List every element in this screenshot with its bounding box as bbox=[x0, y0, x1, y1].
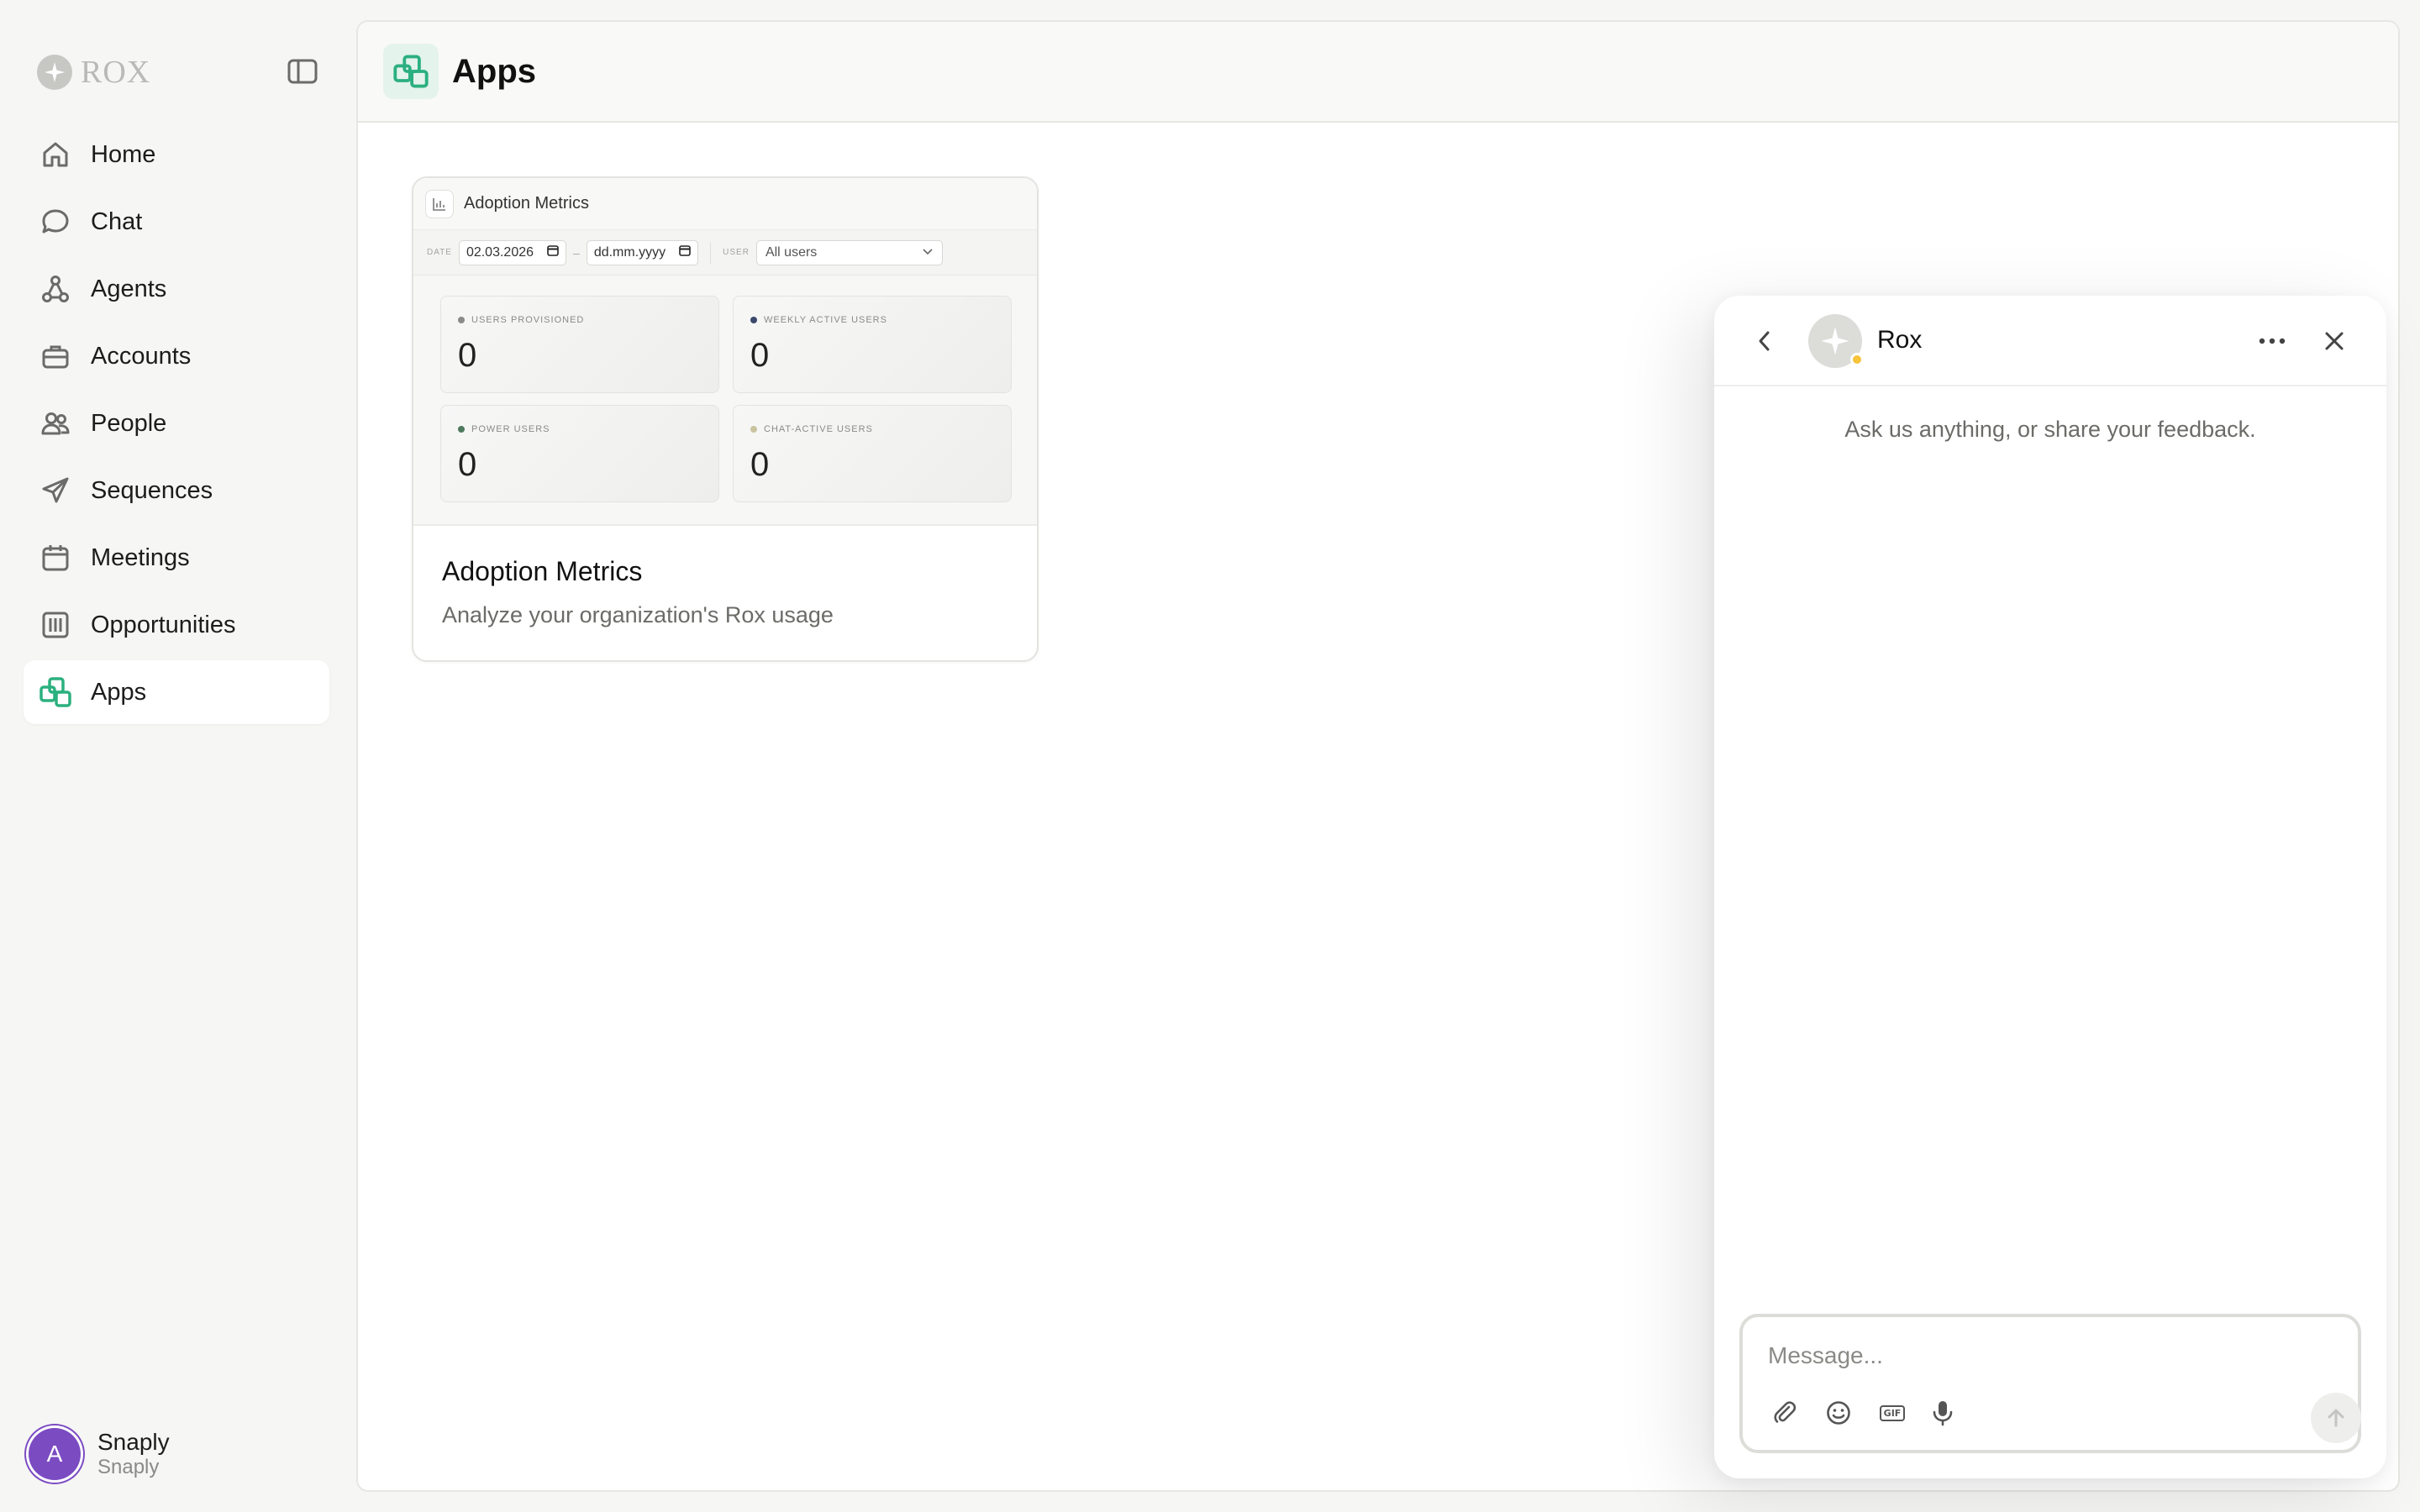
chevron-down-icon bbox=[922, 245, 934, 260]
app-card-adoption-metrics[interactable]: Adoption Metrics DATE 02.03.2026 – dd.mm… bbox=[412, 176, 1039, 662]
metric-label: USERS PROVISIONED bbox=[471, 315, 585, 325]
preview-header: Adoption Metrics bbox=[413, 178, 1037, 230]
support-chat-panel: Rox Ask us anything, or share your feedb… bbox=[1714, 296, 2386, 1478]
page-title: Apps bbox=[452, 52, 536, 90]
gif-label: GIF bbox=[1879, 1404, 1906, 1421]
metric-dot bbox=[750, 317, 757, 323]
sidebar-item-people[interactable]: People bbox=[24, 391, 329, 455]
sidebar-item-meetings[interactable]: Meetings bbox=[24, 526, 329, 590]
user-org: Snaply bbox=[97, 1456, 160, 1478]
emoji-icon[interactable] bbox=[1822, 1396, 1855, 1430]
sidebar-item-label: People bbox=[91, 409, 167, 437]
sidebar-item-label: Apps bbox=[91, 678, 147, 706]
send-button[interactable] bbox=[2311, 1393, 2361, 1443]
user-filter-label: USER bbox=[723, 248, 750, 257]
app-card-body: Adoption Metrics Analyze your organizati… bbox=[413, 526, 1037, 659]
rox-logo-icon bbox=[1821, 327, 1849, 355]
online-status-dot bbox=[1850, 353, 1864, 366]
sidebar-toggle-icon[interactable] bbox=[286, 57, 319, 86]
user-select-value: All users bbox=[765, 244, 818, 260]
metric-tile: POWER USERS 0 bbox=[440, 405, 719, 502]
sidebar-item-home[interactable]: Home bbox=[24, 123, 329, 186]
arrow-up-icon bbox=[2328, 1409, 2344, 1427]
gif-icon[interactable]: GIF bbox=[1876, 1396, 1909, 1430]
message-composer: GIF bbox=[1739, 1314, 2361, 1453]
user-name: Snaply bbox=[97, 1429, 170, 1455]
chat-bubble-icon bbox=[39, 205, 72, 239]
message-input[interactable] bbox=[1768, 1339, 2272, 1373]
metric-dot bbox=[750, 426, 757, 433]
calendar-icon bbox=[547, 244, 559, 260]
sidebar-item-apps[interactable]: Apps bbox=[24, 660, 329, 724]
metric-dot bbox=[458, 317, 465, 323]
back-chevron-icon[interactable] bbox=[1749, 326, 1780, 356]
close-icon[interactable] bbox=[2317, 324, 2351, 358]
people-icon bbox=[39, 407, 72, 440]
sidebar-item-label: Sequences bbox=[91, 476, 213, 504]
microphone-icon[interactable] bbox=[1926, 1396, 1960, 1430]
home-icon bbox=[39, 138, 72, 171]
app-card-description: Analyze your organization's Rox usage bbox=[442, 602, 834, 627]
bar-chart-icon bbox=[425, 189, 454, 218]
sidebar: ROX Home Chat Agents Accounts People Seq… bbox=[0, 0, 353, 1512]
chat-contact-name: Rox bbox=[1877, 326, 1923, 354]
user-select: All users bbox=[755, 239, 943, 265]
date-separator: – bbox=[573, 245, 580, 260]
date-filter-label: DATE bbox=[427, 248, 452, 257]
agents-icon bbox=[39, 272, 72, 306]
more-options-icon[interactable] bbox=[2255, 326, 2289, 356]
metrics-grid: USERS PROVISIONED 0 WEEKLY ACTIVE USERS … bbox=[440, 296, 1012, 502]
rox-logo-icon bbox=[37, 55, 72, 90]
metric-value: 0 bbox=[458, 446, 477, 483]
sidebar-item-label: Agents bbox=[91, 275, 167, 302]
avatar: A bbox=[29, 1428, 81, 1480]
user-menu[interactable]: A Snaply Snaply bbox=[29, 1428, 170, 1480]
date-to-field: dd.mm.yyyy bbox=[586, 239, 699, 265]
chat-header: Rox bbox=[1714, 296, 2386, 386]
sidebar-item-sequences[interactable]: Sequences bbox=[24, 459, 329, 522]
sidebar-item-agents[interactable]: Agents bbox=[24, 257, 329, 321]
metric-label: CHAT-ACTIVE USERS bbox=[764, 424, 873, 434]
date-from-value: 02.03.2026 bbox=[466, 244, 534, 260]
apps-icon bbox=[39, 675, 72, 709]
rox-avatar bbox=[1808, 314, 1864, 368]
sidebar-item-label: Accounts bbox=[91, 342, 192, 370]
filter-divider bbox=[710, 241, 712, 264]
calendar-icon bbox=[679, 244, 691, 260]
sidebar-item-label: Opportunities bbox=[91, 611, 236, 638]
paper-plane-icon bbox=[39, 474, 72, 507]
app-card-title: Adoption Metrics bbox=[442, 556, 643, 586]
apps-icon bbox=[383, 44, 439, 99]
columns-icon bbox=[39, 608, 72, 642]
sidebar-item-chat[interactable]: Chat bbox=[24, 190, 329, 254]
sidebar-item-label: Home bbox=[91, 140, 156, 168]
sidebar-item-accounts[interactable]: Accounts bbox=[24, 324, 329, 388]
metric-tile: CHAT-ACTIVE USERS 0 bbox=[733, 405, 1012, 502]
metric-dot bbox=[458, 426, 465, 433]
date-from-field: 02.03.2026 bbox=[458, 239, 567, 265]
brand-name: ROX bbox=[81, 55, 151, 90]
metric-value: 0 bbox=[750, 337, 770, 374]
paperclip-icon[interactable] bbox=[1768, 1396, 1802, 1430]
metric-label: WEEKLY ACTIVE USERS bbox=[764, 315, 887, 325]
sidebar-item-label: Meetings bbox=[91, 543, 190, 571]
preview-title: Adoption Metrics bbox=[464, 194, 589, 213]
preview-filters: DATE 02.03.2026 – dd.mm.yyyy USER All us… bbox=[413, 230, 1037, 276]
metric-label: POWER USERS bbox=[471, 424, 550, 434]
metric-tile: USERS PROVISIONED 0 bbox=[440, 296, 719, 393]
brand-logo[interactable]: ROX bbox=[37, 54, 150, 91]
sidebar-item-opportunities[interactable]: Opportunities bbox=[24, 593, 329, 657]
metric-tile: WEEKLY ACTIVE USERS 0 bbox=[733, 296, 1012, 393]
sidebar-nav: Home Chat Agents Accounts People Sequenc… bbox=[24, 123, 329, 727]
briefcase-icon bbox=[39, 339, 72, 373]
metric-value: 0 bbox=[750, 446, 770, 483]
calendar-icon bbox=[39, 541, 72, 575]
sidebar-item-label: Chat bbox=[91, 207, 143, 235]
chat-intro-text: Ask us anything, or share your feedback. bbox=[1844, 417, 2256, 442]
page-header: Apps bbox=[358, 22, 2398, 123]
app-preview: Adoption Metrics DATE 02.03.2026 – dd.mm… bbox=[413, 178, 1037, 526]
metric-value: 0 bbox=[458, 337, 477, 374]
date-to-value: dd.mm.yyyy bbox=[593, 244, 666, 260]
